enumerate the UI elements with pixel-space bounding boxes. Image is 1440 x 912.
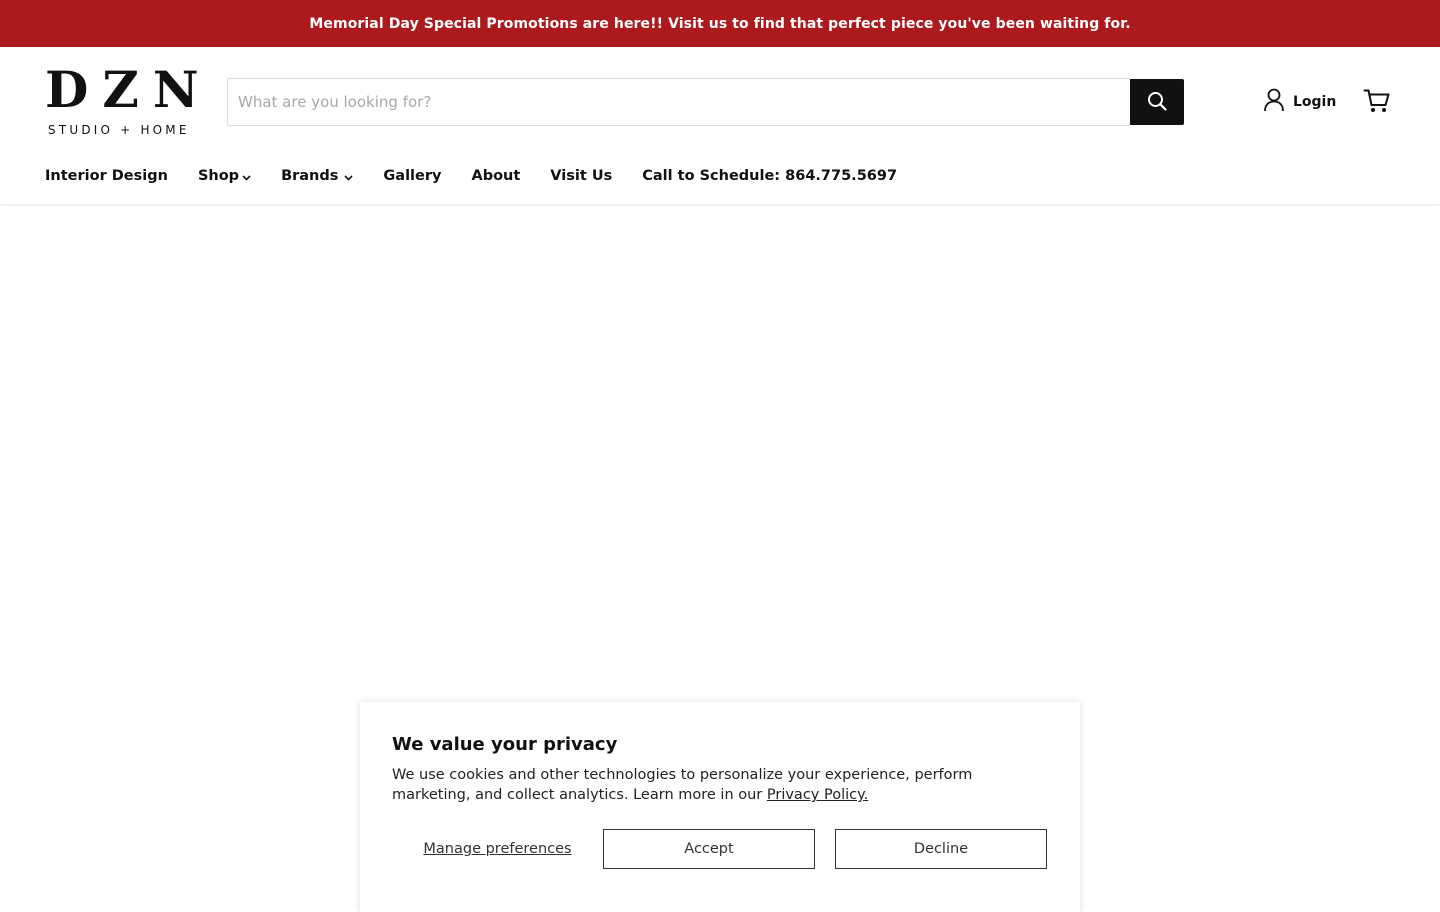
login-link[interactable]: Login (1263, 88, 1337, 116)
nav-item-about[interactable]: About (471, 168, 520, 184)
chevron-down-icon (242, 169, 251, 185)
nav-item-visit-us[interactable]: Visit Us (550, 168, 612, 184)
logo-main-text: DZN (45, 60, 213, 119)
nav-label: Brands (281, 168, 339, 184)
search-icon (1147, 91, 1167, 114)
cart-icon (1363, 88, 1391, 118)
nav-label: Gallery (383, 168, 442, 184)
manage-preferences-link[interactable]: Manage preferences (392, 841, 603, 857)
nav-label: Visit Us (550, 168, 613, 184)
chevron-down-icon (344, 169, 353, 185)
user-icon (1263, 88, 1285, 116)
nav-label: Interior Design (45, 168, 168, 184)
nav-item-shop[interactable]: Shop (198, 167, 251, 185)
nav-item-interior-design[interactable]: Interior Design (45, 168, 168, 184)
main-nav: Interior Design Shop Brands Gallery Abou… (45, 164, 927, 188)
privacy-title: We value your privacy (392, 734, 618, 755)
nav-label: About (471, 168, 521, 184)
announcement-bar: Memorial Day Special Promotions are here… (0, 0, 1440, 47)
logo-sub-text: STUDIO + HOME (48, 123, 190, 137)
announcement-text: Memorial Day Special Promotions are here… (309, 15, 1131, 32)
search-input[interactable] (227, 78, 1130, 126)
privacy-actions: Manage preferences Accept Decline (392, 829, 1048, 869)
privacy-text: We use cookies and other technologies to… (392, 765, 1012, 805)
decline-button[interactable]: Decline (835, 829, 1047, 869)
login-label: Login (1293, 94, 1337, 110)
privacy-policy-link[interactable]: Privacy Policy. (767, 787, 868, 803)
nav-label: Shop (197, 168, 240, 184)
nav-item-call-to-schedule[interactable]: Call to Schedule: 864.775.5697 (642, 168, 897, 184)
nav-item-brands[interactable]: Brands (281, 167, 353, 185)
site-logo[interactable]: DZN STUDIO + HOME (45, 65, 205, 141)
privacy-banner: We value your privacy We use cookies and… (360, 702, 1080, 912)
privacy-body: We use cookies and other technologies to… (392, 767, 973, 803)
site-header: DZN STUDIO + HOME Login (0, 47, 1440, 205)
nav-item-gallery[interactable]: Gallery (383, 168, 441, 184)
cart-button[interactable] (1363, 89, 1391, 117)
search-bar (227, 78, 1184, 126)
nav-label: Call to Schedule: 864.775.5697 (642, 168, 898, 184)
accept-button[interactable]: Accept (603, 829, 815, 869)
search-button[interactable] (1130, 79, 1184, 125)
